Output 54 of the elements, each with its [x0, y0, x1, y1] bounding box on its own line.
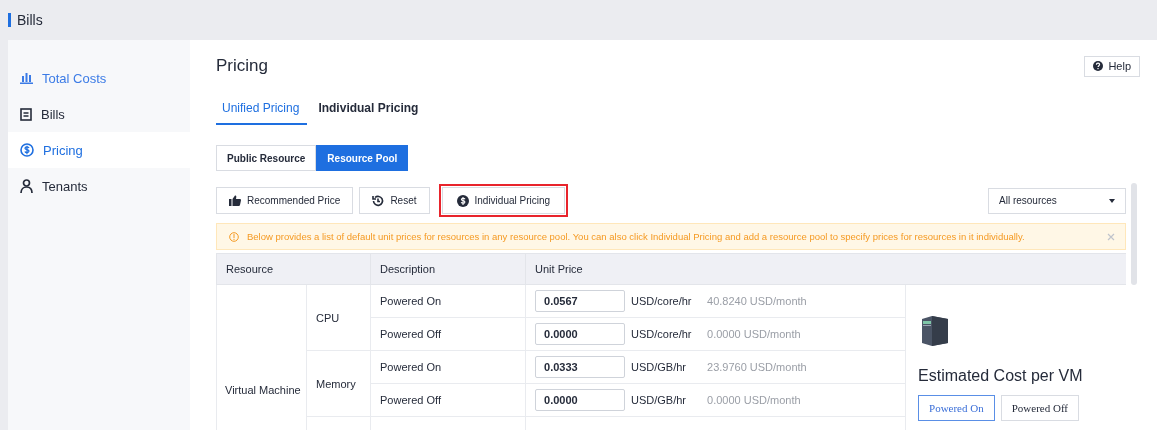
- price-input[interactable]: 0.0000: [535, 323, 625, 345]
- table-cell: Powered On: [370, 284, 526, 318]
- caret-icon: [1109, 198, 1115, 203]
- tab[interactable]: Individual Pricing: [318, 92, 428, 125]
- segment-button[interactable]: Public Resource: [216, 145, 317, 171]
- info-icon: [229, 231, 239, 242]
- table-cell: CPU: [306, 284, 371, 351]
- scrollbar[interactable]: [1131, 183, 1137, 285]
- dollar-icon: [20, 143, 34, 157]
- info-message: Below provides a list of default unit prices for resources in any resource pool. You can also click Individual Pricing and add a resource pool to specify prices for resources in it individually.: [247, 231, 1026, 242]
- column-header: Unit Price: [525, 253, 1126, 285]
- table-cell: Powered On: [370, 350, 526, 384]
- toolbar-button[interactable]: Individual Pricing: [441, 187, 566, 214]
- help-button[interactable]: Help: [1084, 55, 1140, 77]
- price-input[interactable]: 0.0567: [535, 290, 625, 312]
- monthly-price: 0.0000 USD/month: [707, 328, 801, 340]
- segment-button[interactable]: Resource Pool: [316, 145, 409, 171]
- toolbar-button[interactable]: Recommended Price: [216, 187, 354, 214]
- monthly-price: 23.9760 USD/month: [707, 361, 807, 373]
- bar-chart-icon: [20, 72, 33, 84]
- page-title: Pricing: [216, 56, 268, 76]
- monthly-price: 40.8240 USD/month: [707, 295, 807, 307]
- document-icon: [20, 107, 32, 121]
- unit-label: USD/GB/hr: [631, 361, 688, 373]
- power-state-button[interactable]: Powered Off: [1000, 395, 1079, 421]
- accent-bar: [8, 13, 11, 27]
- sidebar-item[interactable]: Pricing: [8, 132, 190, 168]
- unit-label: USD/GB/hr: [631, 394, 688, 406]
- column-header: Resource: [216, 253, 371, 285]
- column-header: Description: [370, 253, 526, 285]
- thumbs-up-icon: [229, 195, 241, 206]
- resource-filter-dropdown[interactable]: All resources: [988, 187, 1126, 214]
- power-state-button[interactable]: Powered On: [918, 395, 995, 421]
- table-cell: Memory: [306, 350, 371, 417]
- table-cell: Powered Off: [370, 383, 526, 417]
- price-input[interactable]: 0.0333: [535, 356, 625, 378]
- table-cell: Virtual Machine: [216, 284, 307, 430]
- sidebar-item[interactable]: Tenants: [8, 168, 190, 204]
- sidebar-item[interactable]: Total Costs: [8, 60, 190, 96]
- price-input[interactable]: 0.0000: [535, 389, 625, 411]
- header-title: Bills: [17, 12, 43, 28]
- monthly-price: 0.0000 USD/month: [707, 394, 801, 406]
- estimate-title: Estimated Cost per VM: [918, 367, 1083, 385]
- table-cell: Powered Off: [370, 317, 526, 351]
- person-icon: [20, 179, 33, 193]
- unit-label: USD/core/hr: [631, 295, 693, 307]
- unit-label: USD/core/hr: [631, 328, 693, 340]
- close-icon[interactable]: [1107, 232, 1115, 241]
- toolbar-button[interactable]: Reset: [359, 187, 430, 214]
- help-icon: [1093, 61, 1104, 71]
- sidebar-item[interactable]: Bills: [8, 96, 190, 132]
- dollar-icon: [456, 194, 469, 207]
- reset-icon: [372, 194, 385, 207]
- tab[interactable]: Unified Pricing: [216, 92, 308, 125]
